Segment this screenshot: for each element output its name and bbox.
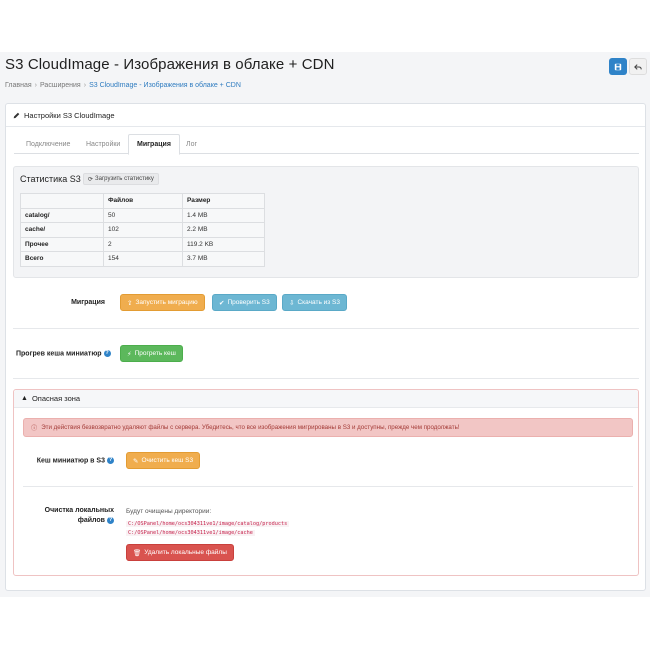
row-size: 3.7 MB [182, 251, 265, 267]
column-header: Файлов [103, 193, 183, 209]
row-size: 119.2 KB [182, 236, 265, 252]
back-icon [634, 63, 642, 70]
page-title: S3 CloudImage - Изображения в облаке + C… [5, 56, 335, 73]
help-icon[interactable]: ? [103, 350, 111, 357]
column-header [20, 193, 104, 209]
row-files: 102 [103, 222, 183, 238]
table-header-row: Файлов Размер [20, 193, 265, 209]
warmup-label-text: Прогрев кеша миниатюр [16, 350, 102, 358]
row-label: cache/ [20, 222, 104, 238]
check-s3-label: Проверить S3 [227, 299, 270, 306]
download-icon: ⇩ [289, 299, 295, 307]
refresh-icon: ⟳ [88, 176, 94, 183]
dir-path: C:/OSPanel/home/ocs304311ve1/image/cache [126, 530, 255, 536]
load-stats-button[interactable]: ⟳ Загрузить статистику [83, 173, 159, 185]
warmup-label: Прогрев кеша миниатюр? [16, 350, 111, 357]
divider [13, 378, 639, 379]
danger-zone-header: ▲ Опасная зона [14, 390, 638, 408]
table-row: Всего 154 3.7 MB [20, 251, 265, 267]
breadcrumb-current[interactable]: S3 CloudImage - Изображения в облаке + C… [89, 82, 241, 89]
check-circle-icon: ✔ [219, 299, 225, 307]
row-files: 154 [103, 251, 183, 267]
clear-s3-cache-label: Очистить кеш S3 [141, 457, 194, 464]
trash-icon: 🗑 [133, 549, 142, 557]
row-label: Всего [20, 251, 104, 267]
tab-migration[interactable]: Миграция [128, 134, 180, 155]
dir-path: C:/OSPanel/home/ocs304311ve1/image/catal… [126, 521, 290, 527]
clear-s3-cache-button[interactable]: ✎ Очистить кеш S3 [126, 452, 201, 469]
row-size: 2.2 MB [182, 222, 265, 238]
row-label: catalog/ [20, 207, 104, 223]
table-row: Прочее 2 119.2 KB [20, 236, 265, 252]
save-button[interactable] [609, 58, 627, 75]
danger-alert: ⓘ Эти действия безвозвратно удаляют файл… [23, 418, 633, 437]
local-cleanup-label-2: файлов [77, 517, 105, 524]
card-header: Настройки S3 CloudImage [6, 104, 645, 127]
exclamation-circle-icon: ⓘ [31, 425, 38, 432]
divider [23, 486, 633, 487]
save-icon [614, 63, 622, 70]
upload-icon: ⇪ [127, 299, 133, 307]
back-button[interactable] [629, 58, 647, 75]
help-icon[interactable]: ? [107, 457, 114, 464]
load-stats-label: Загрузить статистику [95, 176, 154, 182]
delete-local-files-label: Удалить локальные файлы [144, 549, 227, 556]
local-cleanup-label: Очистка локальных файлов? [34, 506, 114, 526]
stats-panel: Статистика S3 ⟳ Загрузить статистику Фай… [13, 166, 639, 278]
warmup-cache-label: Прогреть кеш [134, 350, 176, 357]
danger-zone: ▲ Опасная зона ⓘ Эти действия безвозврат… [13, 389, 639, 576]
divider [13, 328, 639, 329]
row-size: 1.4 MB [182, 207, 265, 223]
bolt-icon: ⚡ [127, 350, 132, 358]
warmup-cache-button[interactable]: ⚡ Прогреть кеш [120, 345, 183, 362]
s3-cache-label: Кеш миниатюр в S3? [34, 457, 114, 464]
start-migration-label: Запустить миграцию [135, 299, 198, 306]
tab-log[interactable]: Лог [178, 134, 205, 154]
s3-cache-label-text: Кеш миниатюр в S3 [36, 457, 105, 465]
tab-settings[interactable]: Настройки [78, 134, 128, 154]
download-s3-button[interactable]: ⇩ Скачать из S3 [282, 294, 348, 311]
pencil-icon [13, 112, 20, 118]
local-cleanup-label-1: Очистка локальных [44, 507, 114, 514]
tab-connection[interactable]: Подключение [18, 134, 78, 154]
table-row: catalog/ 50 1.4 MB [20, 207, 265, 223]
card-title: Настройки S3 CloudImage [24, 110, 115, 120]
danger-alert-text: Эти действия безвозвратно удаляют файлы … [41, 424, 460, 431]
danger-zone-title: Опасная зона [31, 394, 81, 403]
stats-table: Файлов Размер catalog/ 50 1.4 MB cache/ … [20, 193, 265, 267]
migration-label: Миграция [71, 299, 105, 306]
column-header: Размер [182, 193, 265, 209]
start-migration-button[interactable]: ⇪ Запустить миграцию [120, 294, 205, 311]
breadcrumb-home[interactable]: Главная [5, 82, 32, 89]
row-label: Прочее [20, 236, 104, 252]
settings-card: Настройки S3 CloudImage Подключение Наст… [5, 103, 646, 591]
breadcrumb: Главная › Расширения › S3 CloudImage - Изобр… [5, 82, 241, 89]
tabs: Подключение Настройки Миграция Лог [14, 134, 639, 155]
stats-title: Статистика S3 [20, 174, 81, 184]
check-s3-button[interactable]: ✔ Проверить S3 [212, 294, 277, 311]
eraser-icon: ✎ [133, 457, 139, 465]
table-row: cache/ 102 2.2 MB [20, 222, 265, 238]
dirs-title: Будут очищены директории: [126, 508, 212, 515]
help-icon[interactable]: ? [107, 516, 114, 524]
warning-icon: ▲ [21, 395, 28, 402]
delete-local-files-button[interactable]: 🗑 Удалить локальные файлы [126, 544, 234, 561]
row-files: 50 [103, 207, 183, 223]
breadcrumb-extensions[interactable]: Расширения [40, 82, 81, 89]
row-files: 2 [103, 236, 183, 252]
download-s3-label: Скачать из S3 [297, 299, 341, 306]
